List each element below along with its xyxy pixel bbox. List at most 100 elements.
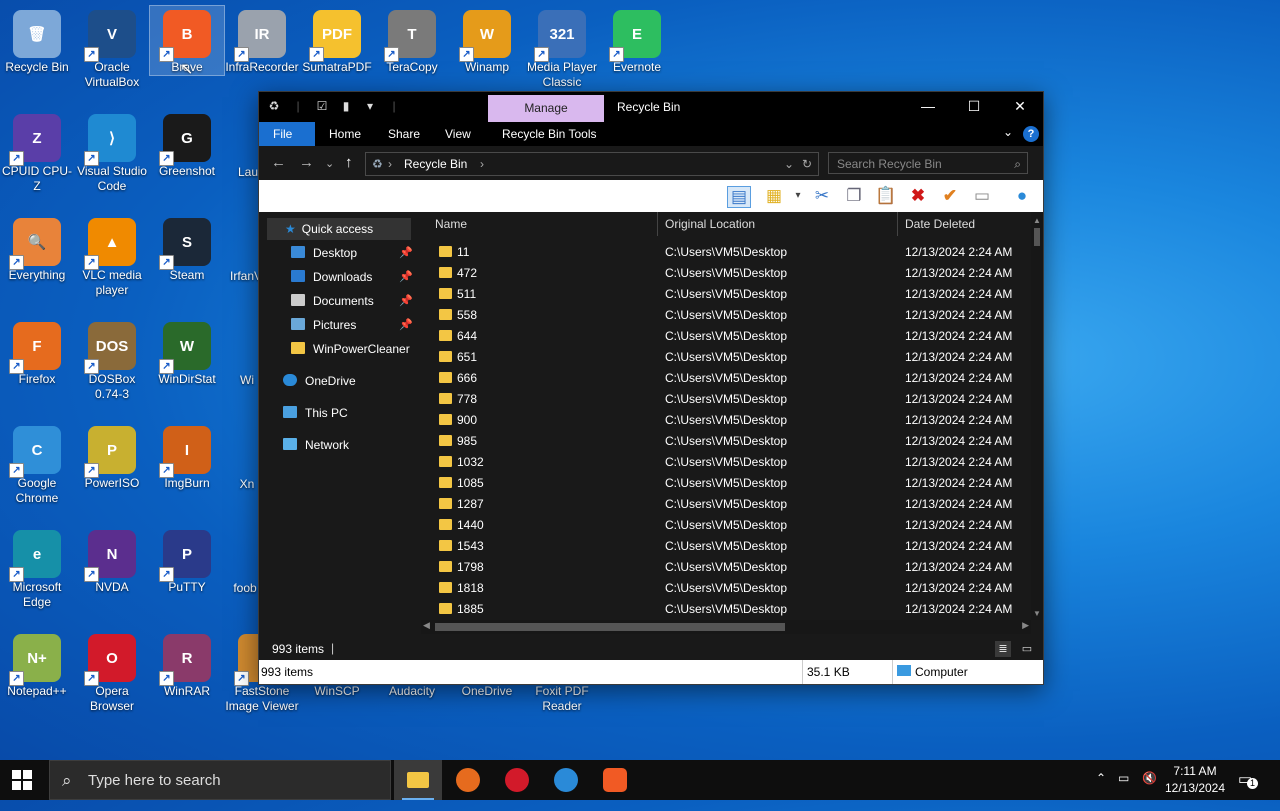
desktop-icon-nvda[interactable]: N ↗ NVDA xyxy=(75,526,149,595)
column-header-date-deleted[interactable]: Date Deleted xyxy=(905,212,975,236)
column-divider[interactable] xyxy=(897,212,898,236)
taskbar-firefox[interactable] xyxy=(444,760,492,800)
desktop-icon-everything[interactable]: 🔍 ↗ Everything xyxy=(0,214,74,283)
table-row[interactable]: 1440 C:\Users\VM5\Desktop 12/13/2024 2:24 … xyxy=(421,515,1031,536)
desktop-icon-windirstat[interactable]: W ↗ WinDirStat xyxy=(150,318,224,387)
table-row[interactable]: 1543 C:\Users\VM5\Desktop 12/13/2024 2:24 … xyxy=(421,536,1031,557)
up-arrow-icon[interactable]: ↑ xyxy=(345,154,353,171)
horizontal-scrollbar[interactable]: ◀ ▶ xyxy=(421,620,1031,634)
large-icons-view-icon[interactable]: ▭ xyxy=(1019,641,1035,657)
address-bar[interactable]: ♻ › Recycle Bin › ⌄ ↻ xyxy=(365,152,819,176)
scroll-left-arrow-icon[interactable]: ◀ xyxy=(423,620,430,631)
desktop-icon-oracle-virtualbox[interactable]: V ↗ Oracle VirtualBox xyxy=(75,6,149,90)
desktop-icon-imgburn[interactable]: I ↗ ImgBurn xyxy=(150,422,224,491)
network-icon[interactable]: ▭ xyxy=(1118,771,1129,811)
search-input[interactable]: Search Recycle Bin ⌕ xyxy=(828,152,1028,174)
desktop-icon-teracopy[interactable]: T ↗ TeraCopy xyxy=(375,6,449,75)
table-row[interactable]: 472 C:\Users\VM5\Desktop 12/13/2024 2:24 A… xyxy=(421,263,1031,284)
table-row[interactable]: 778 C:\Users\VM5\Desktop 12/13/2024 2:24 A… xyxy=(421,389,1031,410)
chevron-down-icon[interactable]: ⌄ xyxy=(784,153,794,175)
table-row[interactable]: 1818 C:\Users\VM5\Desktop 12/13/2024 2:24 … xyxy=(421,578,1031,599)
tab-home[interactable]: Home xyxy=(315,122,375,146)
desktop-icon-evernote[interactable]: E ↗ Evernote xyxy=(600,6,674,75)
table-row[interactable]: 666 C:\Users\VM5\Desktop 12/13/2024 2:24 A… xyxy=(421,368,1031,389)
maximize-button[interactable]: ☐ xyxy=(951,92,997,122)
desktop-icon-winrar[interactable]: R ↗ WinRAR xyxy=(150,630,224,699)
close-button[interactable]: ✕ xyxy=(997,92,1043,122)
volume-mute-icon[interactable]: 🔇 xyxy=(1142,771,1157,811)
help-icon[interactable]: ? xyxy=(1023,126,1039,142)
nav-network[interactable]: Network xyxy=(283,434,413,456)
nav-documents[interactable]: Documents 📌 xyxy=(291,290,413,312)
nav-winpowercleaner[interactable]: WinPowerCleaner xyxy=(291,338,415,360)
scroll-down-arrow-icon[interactable]: ▼ xyxy=(1033,609,1041,618)
taskbar-search-input[interactable]: ⌕ Type here to search xyxy=(49,760,391,800)
tab-view[interactable]: View xyxy=(431,122,485,146)
nav-pictures[interactable]: Pictures 📌 xyxy=(291,314,413,336)
nav-onedrive[interactable]: OneDrive xyxy=(283,370,413,392)
scroll-up-arrow-icon[interactable]: ▲ xyxy=(1033,216,1041,225)
restore-check-icon[interactable]: ✔ xyxy=(939,186,961,206)
table-row[interactable]: 644 C:\Users\VM5\Desktop 12/13/2024 2:24 A… xyxy=(421,326,1031,347)
tab-recycle-bin-tools[interactable]: Recycle Bin Tools xyxy=(488,122,611,146)
nav-desktop[interactable]: Desktop 📌 xyxy=(291,242,413,264)
manage-context-tab[interactable]: Manage xyxy=(488,95,604,122)
network-globe-icon[interactable]: ● xyxy=(1011,186,1033,206)
taskbar-app[interactable] xyxy=(542,760,590,800)
nav-quick-access[interactable]: ★ Quick access xyxy=(267,218,411,240)
back-arrow-icon[interactable]: ← xyxy=(271,154,286,171)
table-row[interactable]: 985 C:\Users\VM5\Desktop 12/13/2024 2:24 A… xyxy=(421,431,1031,452)
desktop-icon-sumatrapdf[interactable]: PDF ↗ SumatraPDF xyxy=(300,6,374,75)
desktop-icon-vlc-media-player[interactable]: ▲ ↗ VLC media player xyxy=(75,214,149,298)
table-row[interactable]: 1287 C:\Users\VM5\Desktop 12/13/2024 2:24 … xyxy=(421,494,1031,515)
desktop-icon-media-player-classic[interactable]: 321 ↗ Media Player Classic xyxy=(525,6,599,90)
title-bar[interactable]: ♻ | ☑ ▮ ▾ | Manage Recycle Bin — ☐ ✕ xyxy=(259,92,1043,122)
desktop-icon-winamp[interactable]: W ↗ Winamp xyxy=(450,6,524,75)
table-row[interactable]: 651 C:\Users\VM5\Desktop 12/13/2024 2:24 A… xyxy=(421,347,1031,368)
table-row[interactable]: 1885 C:\Users\VM5\Desktop 12/13/2024 2:24 … xyxy=(421,599,1031,620)
table-row[interactable]: 1798 C:\Users\VM5\Desktop 12/13/2024 2:24 … xyxy=(421,557,1031,578)
chevron-right-icon[interactable]: › xyxy=(480,153,484,175)
recent-dropdown-icon[interactable]: ⌄ xyxy=(325,157,334,170)
desktop-icon-partial[interactable]: foob xyxy=(228,581,262,596)
table-row[interactable]: 558 C:\Users\VM5\Desktop 12/13/2024 2:24 A… xyxy=(421,305,1031,326)
refresh-icon[interactable]: ↻ xyxy=(802,153,812,175)
table-row[interactable]: 1032 C:\Users\VM5\Desktop 12/13/2024 2:24 … xyxy=(421,452,1031,473)
scroll-thumb[interactable] xyxy=(1034,228,1040,246)
table-row[interactable]: 1085 C:\Users\VM5\Desktop 12/13/2024 2:24 … xyxy=(421,473,1031,494)
desktop-icon-firefox[interactable]: F ↗ Firefox xyxy=(0,318,74,387)
scroll-thumb[interactable] xyxy=(435,623,785,631)
chevron-down-icon[interactable]: ▾ xyxy=(363,99,377,113)
chevron-down-icon[interactable]: ⌄ xyxy=(1003,125,1013,139)
copy-icon[interactable]: ❐ xyxy=(843,186,865,206)
minimize-button[interactable]: — xyxy=(905,92,951,122)
desktop-icon-cpuid-cpu-z[interactable]: Z ↗ CPUID CPU-Z xyxy=(0,110,74,194)
delete-icon[interactable]: ✖ xyxy=(907,186,929,206)
desktop-icon-putty[interactable]: P ↗ PuTTY xyxy=(150,526,224,595)
paste-icon[interactable]: 📋 xyxy=(875,186,897,206)
desktop-icon-infrarecorder[interactable]: IR ↗ InfraRecorder xyxy=(225,6,299,75)
taskbar-file-explorer[interactable] xyxy=(394,760,442,800)
nav-downloads[interactable]: Downloads 📌 xyxy=(291,266,413,288)
desktop-icon-google-chrome[interactable]: C ↗ Google Chrome xyxy=(0,422,74,506)
properties-icon[interactable]: ☑ xyxy=(315,99,329,113)
desktop-icon-notepad-[interactable]: N+ ↗ Notepad++ xyxy=(0,630,74,699)
tab-share[interactable]: Share xyxy=(374,122,434,146)
layout-pane-icon[interactable]: ▤ xyxy=(727,186,751,208)
vertical-scrollbar[interactable]: ▲ ▼ xyxy=(1031,212,1043,620)
desktop-icon-recycle-bin[interactable]: 🗑 Recycle Bin xyxy=(0,6,74,75)
forward-arrow-icon[interactable]: → xyxy=(299,154,314,171)
desktop-icon-visual-studio-code[interactable]: ⟩ ↗ Visual Studio Code xyxy=(75,110,149,194)
desktop-icon-greenshot[interactable]: G ↗ Greenshot xyxy=(150,110,224,179)
new-folder-icon[interactable]: ▮ xyxy=(339,99,353,113)
scroll-right-arrow-icon[interactable]: ▶ xyxy=(1022,620,1029,631)
search-icon[interactable]: ⌕ xyxy=(1014,153,1021,175)
desktop-icon-opera-browser[interactable]: O ↗ Opera Browser xyxy=(75,630,149,714)
column-header-name[interactable]: Name xyxy=(435,212,467,236)
table-row[interactable]: 900 C:\Users\VM5\Desktop 12/13/2024 2:24 A… xyxy=(421,410,1031,431)
table-row[interactable]: 511 C:\Users\VM5\Desktop 12/13/2024 2:24 A… xyxy=(421,284,1031,305)
taskbar-brave[interactable] xyxy=(591,760,639,800)
clock[interactable]: 7:11 AM 12/13/2024 xyxy=(1164,763,1226,803)
tab-file[interactable]: File xyxy=(259,122,315,146)
folder-options-icon[interactable]: ▦ xyxy=(763,186,785,206)
